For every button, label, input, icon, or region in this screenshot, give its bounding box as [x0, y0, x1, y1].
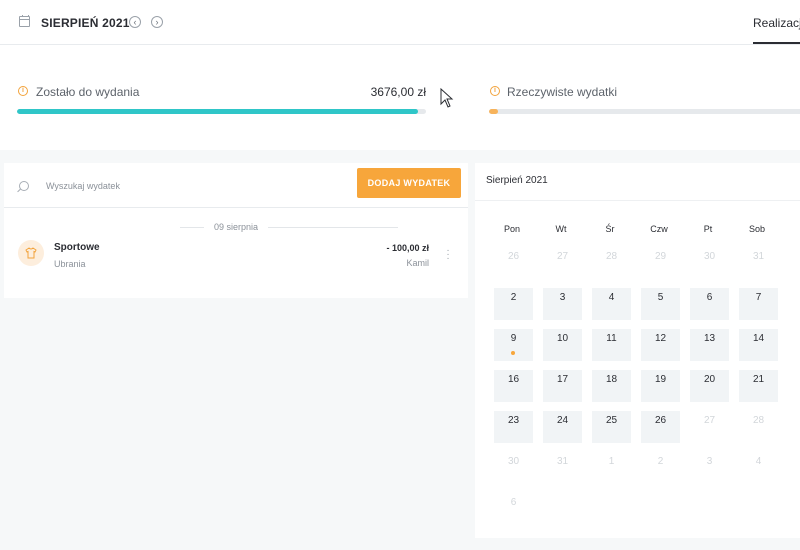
- calendar-day[interactable]: 23: [494, 411, 533, 443]
- calendar-day[interactable]: 24: [543, 411, 582, 443]
- info-icon: i: [490, 86, 500, 96]
- weekday-label: N: [787, 224, 800, 234]
- actual-expenses-label: Rzeczywiste wydatki: [507, 85, 618, 99]
- calendar-month-title: Sierpień 2021: [486, 175, 548, 186]
- weekday-label: Sob: [748, 224, 765, 234]
- calendar-day: 27: [556, 251, 569, 262]
- calendar-day[interactable]: 21: [739, 370, 778, 402]
- weekday-label: Śr: [605, 224, 615, 234]
- weekday-label: Wt: [555, 224, 567, 234]
- search-input[interactable]: [44, 175, 348, 197]
- expenses-panel: DODAJ WYDATEK 09 sierpnia Sportowe Ubran…: [4, 163, 468, 298]
- calendar-day[interactable]: 3: [543, 288, 582, 320]
- calendar-day[interactable]: 14: [739, 329, 778, 361]
- calendar-day: 4: [755, 456, 762, 467]
- weekday-label: Czw: [650, 224, 668, 234]
- calendar-day[interactable]: 16: [494, 370, 533, 402]
- calendar-day[interactable]: 7: [739, 288, 778, 320]
- calendar-day[interactable]: 18: [592, 370, 631, 402]
- calendar-panel: Sierpień 2021 PonWtŚrCzwPtSobN 262728293…: [475, 163, 800, 538]
- divider: [268, 227, 398, 228]
- calendar-day[interactable]: 5: [641, 288, 680, 320]
- add-expense-button[interactable]: DODAJ WYDATEK: [357, 168, 461, 198]
- calendar-day[interactable]: 19: [641, 370, 680, 402]
- prev-month-button[interactable]: ‹: [129, 16, 141, 28]
- tab-realizacja[interactable]: Realizacja: [753, 16, 800, 30]
- search-icon: [19, 181, 29, 191]
- remaining-value: 3676,00 zł: [370, 85, 426, 99]
- expense-marker-dot: [511, 351, 515, 355]
- calendar-day[interactable]: 10: [543, 329, 582, 361]
- shirt-icon: [18, 240, 44, 266]
- divider: [4, 207, 468, 208]
- calendar-day: 31: [556, 456, 569, 467]
- weekday-label: Pon: [503, 224, 520, 234]
- budget-summary: i Zostało do wydania 3676,00 zł i Rzeczy…: [0, 45, 800, 150]
- calendar-day[interactable]: 20: [690, 370, 729, 402]
- calendar-day: 30: [703, 251, 716, 262]
- weekday-label: Pt: [703, 224, 713, 234]
- calendar-day: 31: [752, 251, 765, 262]
- divider: [475, 200, 800, 201]
- remaining-progress-fill: [17, 109, 418, 114]
- calendar-day: 28: [752, 415, 765, 426]
- expense-name: Sportowe: [54, 242, 100, 253]
- divider: [180, 227, 204, 228]
- calendar-day[interactable]: 9: [494, 329, 533, 361]
- calendar-day: 2: [657, 456, 664, 467]
- calendar-day: 6: [510, 497, 517, 508]
- actual-expenses-progress-bar: [489, 109, 800, 114]
- date-group-label: 09 sierpnia: [213, 222, 259, 232]
- calendar-day[interactable]: 13: [690, 329, 729, 361]
- calendar-day: 30: [507, 456, 520, 467]
- calendar-day[interactable]: 6: [690, 288, 729, 320]
- expense-amount: - 100,00 zł: [386, 243, 429, 253]
- actual-expenses-progress-fill: [489, 109, 499, 114]
- calendar-day: 3: [706, 456, 713, 467]
- calendar-day: 1: [608, 456, 615, 467]
- expense-category: Ubrania: [54, 259, 86, 269]
- active-tab-indicator: [753, 42, 800, 44]
- month-title: SIERPIEŃ 2021: [41, 16, 130, 30]
- calendar-day: 27: [703, 415, 716, 426]
- calendar-day[interactable]: 4: [592, 288, 631, 320]
- more-options-icon[interactable]: · · ·: [444, 246, 452, 264]
- calendar-day: 28: [605, 251, 618, 262]
- top-bar: SIERPIEŃ 2021 ‹ › Realizacja: [0, 0, 800, 45]
- remaining-progress-bar: [17, 109, 426, 114]
- calendar-day: 29: [654, 251, 667, 262]
- calendar-day: 26: [507, 251, 520, 262]
- next-month-button[interactable]: ›: [151, 16, 163, 28]
- expense-user: Kamil: [406, 258, 429, 268]
- calendar-day[interactable]: 12: [641, 329, 680, 361]
- calendar-day[interactable]: 17: [543, 370, 582, 402]
- mouse-cursor-icon: [440, 88, 454, 108]
- remaining-label: Zostało do wydania: [36, 85, 140, 99]
- calendar-icon: [19, 15, 30, 27]
- calendar-day[interactable]: 26: [641, 411, 680, 443]
- calendar-day[interactable]: 25: [592, 411, 631, 443]
- info-icon: i: [18, 86, 28, 96]
- calendar-day[interactable]: 11: [592, 329, 631, 361]
- calendar-day[interactable]: 2: [494, 288, 533, 320]
